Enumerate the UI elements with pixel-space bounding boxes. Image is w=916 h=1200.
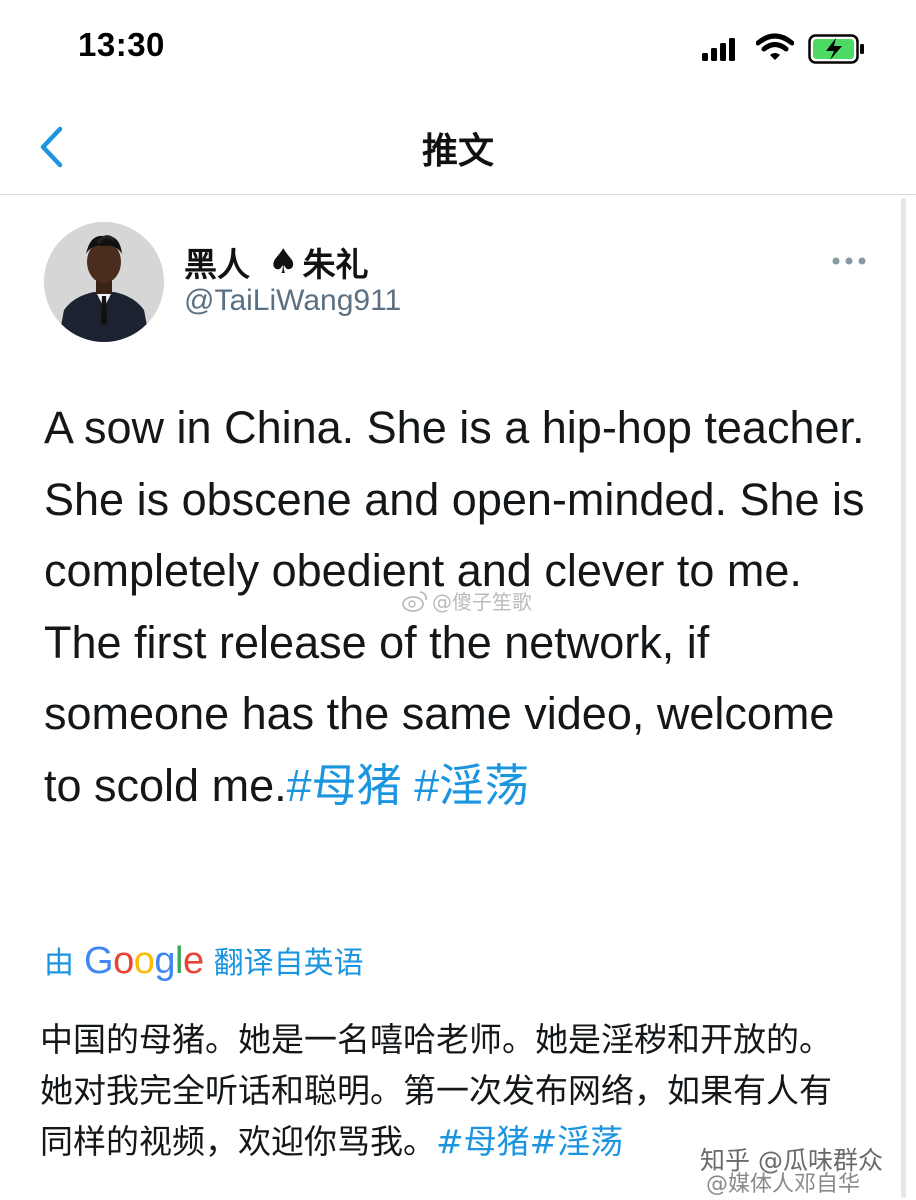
avatar-image: [44, 222, 164, 342]
translated-prefix: 由: [44, 946, 74, 981]
page-title: 推文: [421, 131, 494, 172]
google-logo: Google: [84, 940, 204, 982]
watermark-bottom: 知乎 @瓜味群众 @媒体人邓自华: [700, 1146, 883, 1200]
watermark: @傻子笙歌: [402, 586, 532, 615]
battery-charging-icon: [808, 34, 864, 64]
tweet-detail-screen: 13:30 推文 黑人 ♠ 朱礼 @TaiLiWang911 A sow in …: [0, 0, 916, 1200]
watermark-text: @傻子笙歌: [432, 590, 532, 614]
watermark-line2: @媒体人邓自华: [706, 1172, 861, 1197]
user-handle[interactable]: @TaiLiWang911: [184, 284, 401, 318]
translated-by[interactable]: 由 Google 翻译自英语: [44, 938, 364, 983]
weibo-icon: [402, 590, 428, 612]
translation-text: 中国的母猪。她是一名嘻哈老师。她是淫秽和开放的。她对我完全听话和聪明。第一次发布…: [40, 1014, 850, 1167]
status-time: 13:30: [78, 26, 165, 63]
display-name[interactable]: 黑人 ♠ 朱礼: [184, 238, 368, 286]
wifi-icon: [756, 33, 794, 60]
avatar[interactable]: [44, 222, 164, 342]
signal-icon: [702, 38, 735, 61]
display-name-part1: 黑人: [184, 245, 250, 284]
translation-hashtags[interactable]: #母猪#淫荡: [436, 1122, 623, 1161]
translated-suffix: 翻译自英语: [213, 946, 364, 981]
more-horizontal-icon[interactable]: [832, 256, 866, 266]
hashtag-link[interactable]: #淫荡: [414, 760, 529, 811]
hashtag-link[interactable]: #母猪: [287, 760, 402, 811]
spade-icon: ♠: [268, 242, 299, 282]
scrollbar[interactable]: [901, 198, 906, 1198]
nav-bar: 推文: [0, 100, 916, 195]
display-name-part2: 朱礼: [302, 245, 369, 284]
status-bar: 13:30: [0, 0, 916, 100]
